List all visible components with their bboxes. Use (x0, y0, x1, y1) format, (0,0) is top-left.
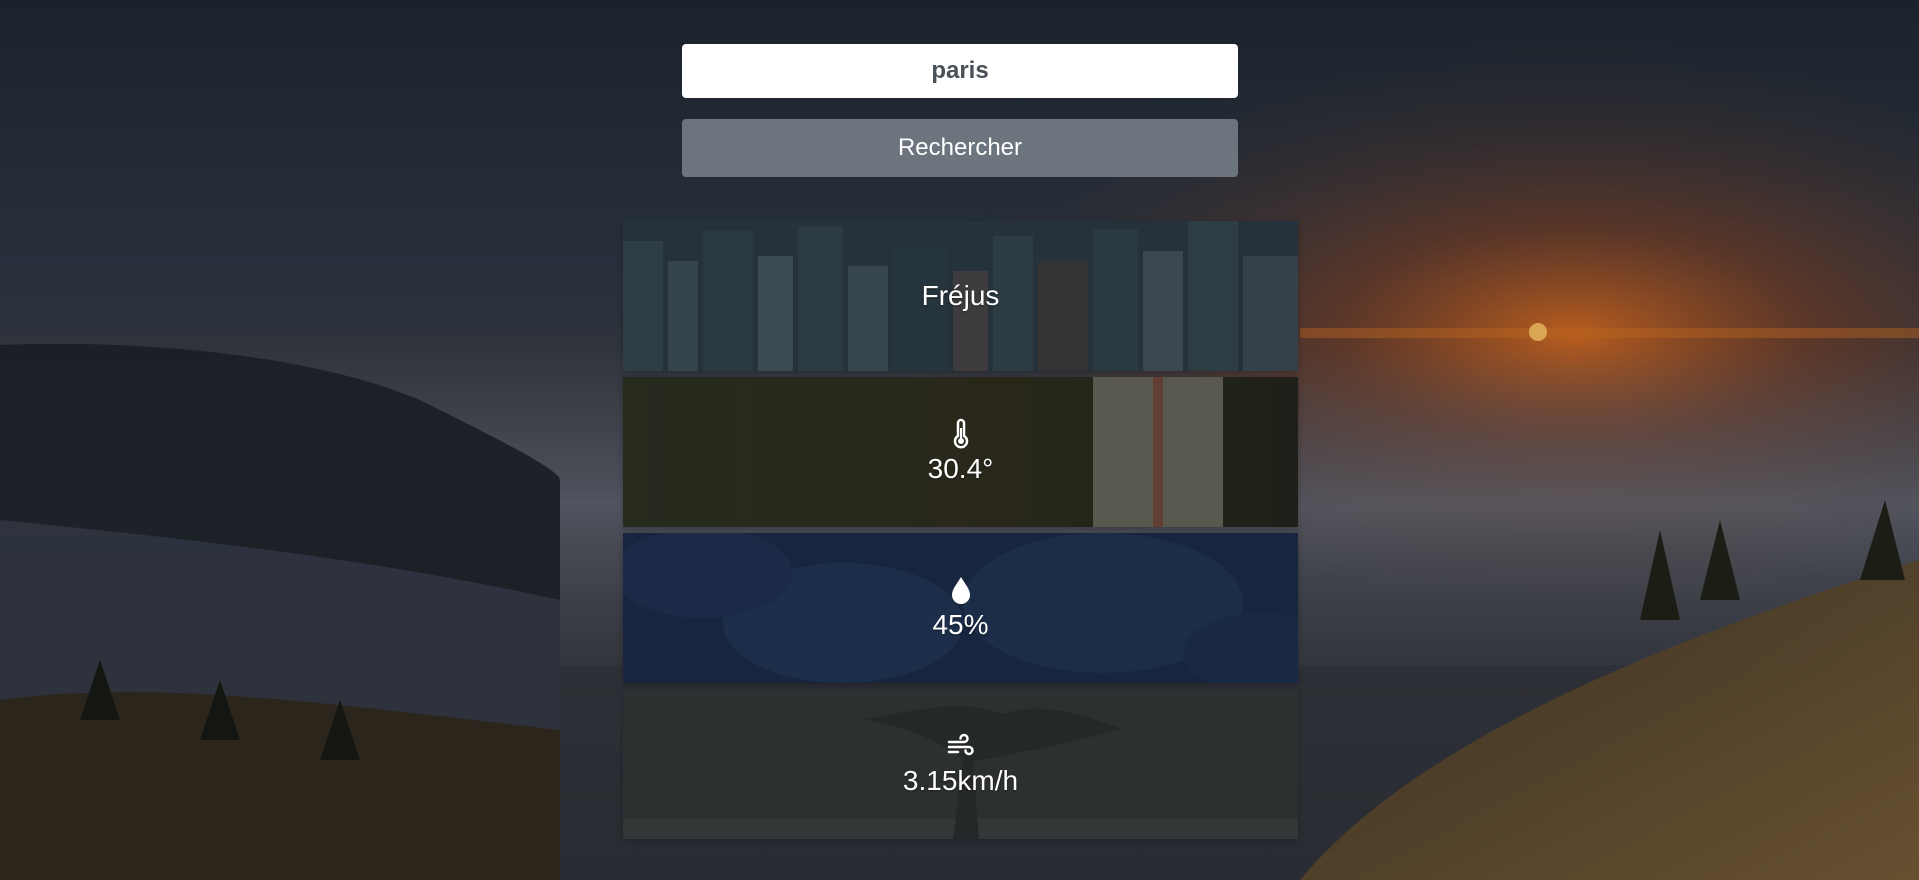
water-drop-icon (951, 577, 970, 604)
city-name: Fréjus (921, 280, 1000, 311)
humidity-value: 45% (932, 609, 989, 640)
wind-value: 3.15km/h (902, 765, 1019, 796)
thermometer-icon (953, 418, 968, 449)
weather-app: Rechercher Fréjus (0, 0, 1919, 880)
humidity-card: 45% (623, 533, 1298, 683)
temperature-card: 30.4° (623, 377, 1298, 527)
wind-icon (947, 733, 974, 756)
temperature-value: 30.4° (927, 453, 994, 484)
search-button[interactable]: Rechercher (682, 119, 1238, 177)
wind-card: 3.15km/h (623, 689, 1298, 839)
city-card: Fréjus (623, 221, 1298, 371)
city-search-input[interactable] (682, 44, 1238, 98)
